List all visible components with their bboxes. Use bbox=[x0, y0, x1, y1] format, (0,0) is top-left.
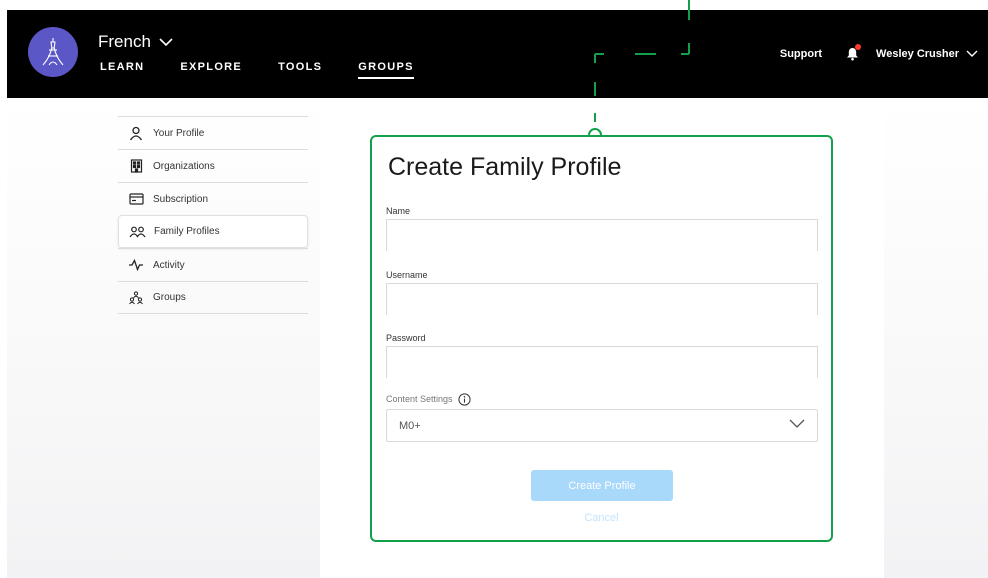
content-settings-label: Content Settings bbox=[386, 393, 453, 404]
pulse-icon bbox=[127, 257, 145, 273]
language-selector[interactable]: French bbox=[98, 32, 173, 52]
user-name: Wesley Crusher bbox=[876, 48, 959, 60]
support-link[interactable]: Support bbox=[780, 48, 822, 60]
bell-icon[interactable] bbox=[844, 44, 862, 62]
user-menu[interactable]: Wesley Crusher bbox=[876, 48, 978, 60]
notification-dot bbox=[855, 44, 862, 50]
form-title: Create Family Profile bbox=[388, 153, 622, 181]
sidebar-item-label: Family Profiles bbox=[154, 226, 220, 237]
sidebar-item-your-profile[interactable]: Your Profile bbox=[118, 116, 308, 149]
password-label: Password bbox=[386, 333, 426, 343]
chevron-down-icon bbox=[159, 37, 173, 46]
eiffel-tower-icon[interactable] bbox=[28, 27, 78, 77]
create-profile-button[interactable]: Create Profile bbox=[531, 470, 673, 501]
header-actions: Support Wesley Crusher bbox=[780, 44, 978, 62]
sidebar-item-label: Groups bbox=[153, 292, 186, 303]
right-background-panel bbox=[884, 98, 988, 578]
sidebar-item-organizations[interactable]: Organizations bbox=[118, 149, 308, 182]
username-label: Username bbox=[386, 270, 428, 280]
nav-learn[interactable]: LEARN bbox=[100, 61, 144, 79]
sidebar-item-label: Your Profile bbox=[153, 127, 205, 139]
password-input[interactable] bbox=[386, 346, 818, 378]
nav-explore[interactable]: EXPLORE bbox=[180, 61, 242, 79]
sidebar-item-label: Subscription bbox=[153, 193, 209, 205]
name-label: Name bbox=[386, 206, 411, 216]
chevron-down-icon bbox=[789, 419, 805, 428]
settings-sidebar: Your Profile Organizations Subscription … bbox=[118, 116, 308, 314]
info-icon[interactable] bbox=[458, 393, 471, 406]
username-input[interactable] bbox=[386, 283, 818, 315]
create-family-profile-form: Create Family Profile Name Username Pass… bbox=[370, 135, 833, 542]
building-icon bbox=[127, 158, 145, 174]
language-label: French bbox=[98, 32, 151, 51]
main-nav: LEARN EXPLORE TOOLS GROUPS bbox=[100, 61, 414, 79]
sidebar-item-activity[interactable]: Activity bbox=[118, 248, 308, 281]
sidebar-item-label: Organizations bbox=[153, 160, 215, 172]
group-icon bbox=[127, 290, 145, 306]
card-icon bbox=[127, 191, 145, 207]
cancel-link[interactable]: Cancel bbox=[372, 512, 831, 524]
content-settings-label-row: Content Settings bbox=[386, 393, 471, 406]
nav-groups[interactable]: GROUPS bbox=[358, 61, 414, 79]
sidebar-item-groups[interactable]: Groups bbox=[118, 281, 308, 314]
top-navigation-bar: French LEARN EXPLORE TOOLS GROUPS Suppor… bbox=[7, 10, 988, 98]
person-icon bbox=[127, 125, 145, 141]
chevron-down-icon bbox=[966, 50, 978, 57]
content-settings-select[interactable]: M0+ bbox=[386, 409, 818, 442]
sidebar-item-family-profiles[interactable]: Family Profiles bbox=[118, 215, 308, 248]
name-input[interactable] bbox=[386, 219, 818, 251]
people-icon bbox=[128, 224, 146, 240]
content-settings-value: M0+ bbox=[399, 419, 421, 432]
sidebar-item-subscription[interactable]: Subscription bbox=[118, 182, 308, 215]
nav-tools[interactable]: TOOLS bbox=[278, 61, 322, 79]
sidebar-item-label: Activity bbox=[153, 259, 185, 271]
